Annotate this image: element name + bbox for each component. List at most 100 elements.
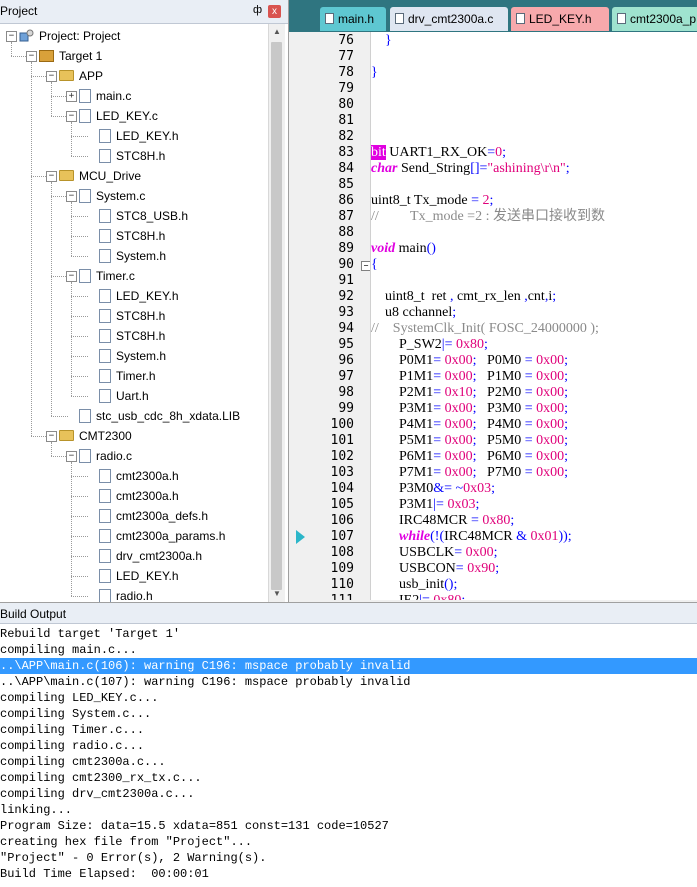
tree-node[interactable]: CMT2300 [59,426,132,446]
collapse-icon[interactable]: − [66,111,77,122]
tree-node[interactable]: MCU_Drive [59,166,141,186]
tree-node[interactable]: LED_KEY.h [99,566,179,586]
code-token: ; [564,401,569,416]
tree-node[interactable]: System.h [99,346,166,366]
tab-main-h[interactable]: main.h [320,7,386,31]
close-icon[interactable]: x [268,5,281,18]
tree-node[interactable]: radio.h [99,586,153,602]
tree-node[interactable]: System.c [79,186,145,206]
tree-node[interactable]: Project: Project [19,26,120,46]
tree-connector [71,462,72,596]
tree-node[interactable]: cmt2300a_params.h [99,526,225,546]
code-token: ; [564,417,569,432]
line-number: 104 [330,481,354,496]
code-token: 0x00 [536,353,565,368]
collapse-icon[interactable]: − [6,31,17,42]
tab-cmt2300a-p[interactable]: cmt2300a_p [612,7,697,31]
file-icon [99,228,111,243]
line-number: 83 [338,145,354,160]
tree-node[interactable]: STC8H.h [99,146,165,166]
project-tree-scrollbar[interactable]: ▲ ▼ [268,24,285,602]
collapse-icon[interactable]: − [66,271,77,282]
tree-node[interactable]: stc_usb_cdc_8h_xdata.LIB [79,406,240,426]
output-line[interactable]: ..\APP\main.c(107): warning C196: mspace… [0,674,697,690]
output-line[interactable]: compiling Timer.c... [0,722,697,738]
code-line: uint8_t ret , cmt_rx_len ,cnt,i; [371,289,556,305]
code-line: char Send_String[]="ashining\r\n"; [371,161,570,177]
project-panel-title: Project [0,4,38,18]
output-line[interactable]: compiling cmt2300a.c... [0,754,697,770]
tree-node[interactable]: drv_cmt2300a.h [99,546,202,566]
tree-node[interactable]: cmt2300a.h [99,466,179,486]
output-line[interactable]: Program Size: data=15.5 xdata=851 const=… [0,818,697,834]
output-line[interactable]: compiling LED_KEY.c... [0,690,697,706]
collapse-icon[interactable]: − [46,171,57,182]
code-token: = [433,465,442,480]
code-line: P0M1= 0x00; P0M0 = 0x00; [371,353,568,369]
project-tree[interactable]: Project: Project − Target 1− APP − main.c + LED… [0,24,268,602]
expand-icon[interactable]: + [66,91,77,102]
code-token: P3M0 [371,481,434,496]
tree-node[interactable]: APP [59,66,103,86]
code-line: usb_init(); [371,577,457,593]
tree-node[interactable]: LED_KEY.c [79,106,158,126]
tree-node-label: Uart.h [116,389,149,403]
tab-drv-cmt2300a-c[interactable]: drv_cmt2300a.c [390,7,508,31]
scroll-up-icon[interactable]: ▲ [269,24,285,40]
output-line[interactable]: compiling cmt2300_rx_tx.c... [0,770,697,786]
code-editor[interactable]: }} bit UART1_RX_OK=0; char Send_String[]="… [371,32,697,600]
tree-node[interactable]: STC8H.h [99,326,165,346]
tree-node[interactable]: STC8H.h [99,226,165,246]
pin-icon[interactable]: ф [253,4,262,16]
tree-node[interactable]: cmt2300a.h [99,486,179,506]
collapse-icon[interactable]: − [46,71,57,82]
code-token: } [385,33,392,48]
line-number: 111 [331,593,354,600]
output-line[interactable]: compiling radio.c... [0,738,697,754]
code-token: P0M1 [371,353,434,368]
output-line[interactable]: compiling drv_cmt2300a.c... [0,786,697,802]
tree-node[interactable]: Target 1 [39,46,102,66]
output-line[interactable]: compiling main.c... [0,642,697,658]
line-number: 103 [330,465,354,480]
tree-node-label: LED_KEY.c [96,109,158,123]
tree-node[interactable]: radio.c [79,446,132,466]
output-line[interactable]: creating hex file from "Project"... [0,834,697,850]
code-token: // Tx_mode =2 : 发送串口接收到数 [371,209,605,224]
collapse-icon[interactable]: − [46,431,57,442]
output-line[interactable]: linking... [0,802,697,818]
tree-node[interactable]: Timer.c [79,266,135,286]
tree-node[interactable]: Timer.h [99,366,156,386]
code-token: 0x00 [536,401,565,416]
tab-led-key-h[interactable]: LED_KEY.h [511,7,609,31]
scroll-down-icon[interactable]: ▼ [269,586,285,602]
tree-node[interactable]: STC8_USB.h [99,206,188,226]
tree-node[interactable]: cmt2300a_defs.h [99,506,208,526]
collapse-icon[interactable]: − [66,451,77,462]
collapse-icon[interactable]: − [66,191,77,202]
code-token: UART1_RX_OK [385,145,488,160]
code-token: P3M0 [476,401,525,416]
tree-node[interactable]: main.c [79,86,131,106]
file-icon [79,88,91,103]
output-line[interactable]: "Project" - 0 Error(s), 2 Warning(s). [0,850,697,866]
scrollbar-thumb[interactable] [271,42,282,590]
output-line[interactable]: ..\APP\main.c(106): warning C196: mspace… [0,658,697,674]
collapse-icon[interactable]: − [26,51,37,62]
tree-node[interactable]: System.h [99,246,166,266]
output-line[interactable]: Rebuild target 'Target 1' [0,626,697,642]
fold-collapse-icon[interactable]: − [361,261,370,271]
code-token: = [524,417,533,432]
tree-node[interactable]: LED_KEY.h [99,286,179,306]
output-line[interactable]: compiling System.c... [0,706,697,722]
tree-connector [71,536,88,537]
tree-node[interactable]: Uart.h [99,386,149,406]
code-token: IRC48MCR [444,529,517,544]
code-token: 0x00 [444,433,473,448]
output-line[interactable]: Build Time Elapsed: 00:00:01 [0,866,697,882]
code-token: P2M1 [371,385,434,400]
tree-node[interactable]: STC8H.h [99,306,165,326]
tree-node[interactable]: LED_KEY.h [99,126,179,146]
build-output-pane[interactable]: Rebuild target 'Target 1' compiling main.… [0,624,697,887]
code-token: P4M0 [476,417,525,432]
